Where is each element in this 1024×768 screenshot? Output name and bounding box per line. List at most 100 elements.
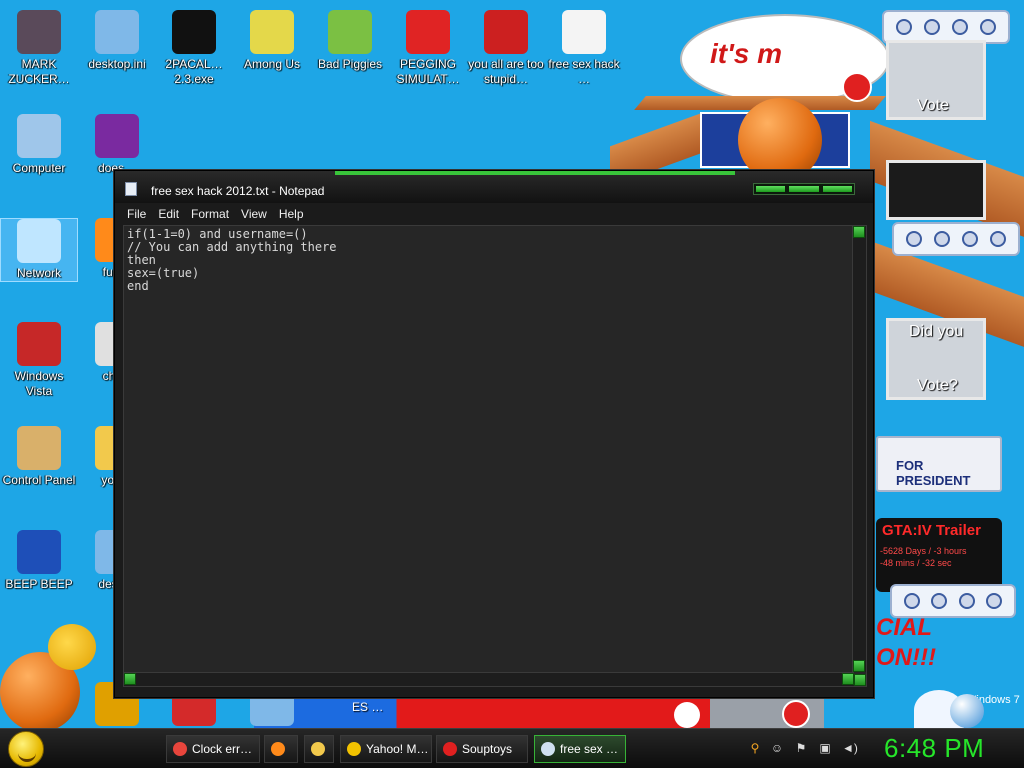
maximize-button[interactable] [789,186,819,192]
title-bar[interactable]: free sex hack 2012.txt - Notepad [115,171,873,203]
desktop-icon[interactable]: does… [78,114,156,176]
desktop-icon-label: Among Us [243,57,301,71]
desktop-icon[interactable]: PEGGING SIMULAT… [389,10,467,87]
taskbar-item[interactable]: Souptoys [436,735,528,763]
notepad-icon [125,182,137,196]
menu-bar: File Edit Format View Help [121,204,867,224]
notepad-window[interactable]: free sex hack 2012.txt - Notepad File Ed… [114,170,874,698]
desktop-icon-label: Network [16,266,61,280]
red-text-2: ON!!! [876,644,936,671]
text-editor[interactable]: if(1-1=0) and username=() // You can add… [123,225,867,687]
gta-title: GTA:IV Trailer [882,522,981,539]
window-title: free sex hack 2012.txt - Notepad [151,184,325,198]
close-button[interactable] [822,186,852,192]
window-controls [753,183,855,195]
desktop-icon-label: Bad Piggies [317,57,383,71]
menu-edit[interactable]: Edit [158,207,179,221]
dots-widget-1 [882,10,1010,44]
messenger-tray-icon[interactable]: ☺ [770,741,784,755]
taskbar-item-label: Souptoys [462,742,513,756]
poll-top-text: Vote [917,97,950,114]
poll-photo-bottom: Did you Vote? [886,318,986,400]
devcpp-icon [484,10,528,54]
desktop-icon-label: PEGGING SIMULAT… [396,57,460,86]
taskbar-item-label: Clock err… [192,742,253,756]
action-center-icon[interactable]: ⚑ [794,741,808,755]
red-text-1: CIAL [876,614,932,641]
search-icon[interactable]: ⚲ [748,741,762,755]
scroll-up-button[interactable] [853,226,865,238]
desktop-icon-label: you all are too stupid… [468,57,544,86]
scroll-left-button[interactable] [124,673,136,685]
scroll-right-button[interactable] [842,673,854,685]
gta-widget: GTA:IV Trailer -5628 Days / -3 hours -48… [876,518,1002,592]
desktop-icon[interactable]: Computer [0,114,78,176]
desktop-icon[interactable]: you all are too stupid… [467,10,545,87]
control-panel-icon [17,426,61,470]
taskbar-item[interactable]: Clock err… [166,735,260,763]
menu-help[interactable]: Help [279,207,304,221]
start-button[interactable] [8,731,44,767]
taskbar-item[interactable] [304,735,334,763]
menu-file[interactable]: File [127,207,146,221]
notepad-icon [541,742,555,756]
volume-icon[interactable]: ◄) [842,741,858,755]
desktop-icon[interactable]: 2PACAL… 2.3.exe [155,10,233,87]
taskbar-item[interactable]: Yahoo! M… [340,735,432,763]
pig-icon [328,10,372,54]
network-tray-icon[interactable]: ▣ [818,741,832,755]
editor-content[interactable]: if(1-1=0) and username=() // You can add… [127,228,337,293]
computer-icon [17,114,61,158]
desktop-icon-label: MARK ZUCKER… [8,57,70,86]
desktop-icon-label: 2PACAL… 2.3.exe [165,57,223,86]
yahoo-icon [95,114,139,158]
firefox-icon [271,742,285,756]
desktop-icon[interactable]: Among Us [233,10,311,72]
desktop-icon-label: Control Panel [2,473,76,487]
desktop-icon[interactable]: desktop.ini [78,10,156,72]
desktop-icon[interactable]: free sex hack … [545,10,623,87]
resize-grip[interactable] [854,674,866,686]
desktop-icon[interactable]: Windows Vista [0,322,78,399]
menu-format[interactable]: Format [191,207,229,221]
desktop-icon-label: BEEP BEEP [5,577,73,591]
desktop-icon-label: desktop.ini [88,57,146,71]
blue-ball-icon [950,694,984,728]
poll-bottom-answer: Vote? [917,377,958,394]
settings-file-icon [95,10,139,54]
desktop-icon-label: Computer [12,161,66,175]
desktop-icon[interactable]: Bad Piggies [311,10,389,72]
taskbar: Clock err… Yahoo! M… Souptoys free sex … ⚲ … [0,728,1024,768]
desktop-icon[interactable]: Control Panel [0,426,78,488]
snowman-small-icon [674,702,700,728]
taskbar-item[interactable] [264,735,298,763]
text-file-icon [562,10,606,54]
bottom-art-strip [254,698,824,728]
network-icon [17,219,61,263]
poll-bottom-question: Did you [909,323,964,340]
gta-line-2: -48 mins / -32 sec [880,558,952,568]
souptoys-icon [443,742,457,756]
title-accent-line [335,171,735,175]
among-us-icon [250,10,294,54]
taskbar-item[interactable]: free sex … [534,735,626,763]
poll-frame-mid [886,160,986,220]
horizontal-scrollbar[interactable] [124,672,854,686]
person-icon [17,10,61,54]
desktop-icon[interactable]: BEEP BEEP [0,530,78,592]
vertical-scrollbar[interactable] [852,226,866,672]
menu-view[interactable]: View [241,207,267,221]
taskbar-item-label: free sex … [560,742,619,756]
scroll-down-button[interactable] [853,660,865,672]
desktop-icon[interactable]: Network [0,218,78,282]
poll-photo-top: Vote [886,40,986,120]
minimize-button[interactable] [756,186,786,192]
banner-text: it's m [710,38,783,69]
desktop-icon[interactable]: MARK ZUCKER… [0,10,78,87]
souptoys-logo [842,72,872,102]
clock[interactable]: 6:48 PM [884,733,984,764]
vista-icon [17,322,61,366]
president-text: FOR PRESIDENT [896,458,971,488]
gta-line-1: -5628 Days / -3 hours [880,546,967,556]
desktop-icon-label: free sex hack … [548,57,620,86]
